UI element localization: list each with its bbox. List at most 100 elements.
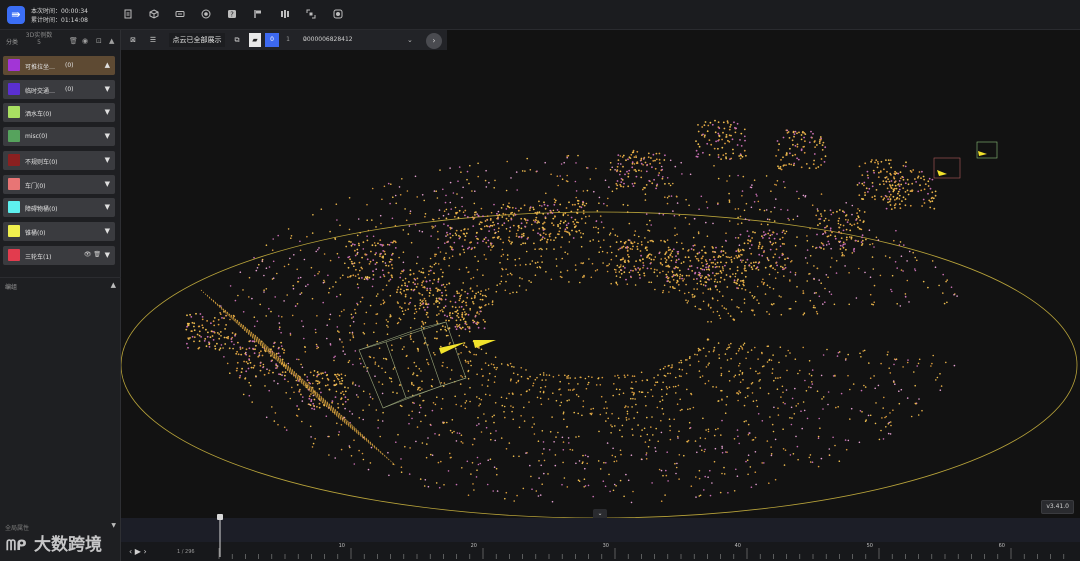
flag-icon[interactable]	[253, 9, 263, 19]
chevron-down-icon[interactable]: ▼	[105, 156, 110, 164]
fit-icon[interactable]	[306, 9, 316, 19]
left-panel: 分类 3D实例数 5 🗑 ◉ ⊡ ▲ 可推拉坐… (0) ▲ 临时交通… (0) ▼ 洒水车…	[0, 30, 121, 561]
keyboard-icon[interactable]	[175, 9, 185, 19]
ruler-tick-label: 20	[471, 543, 477, 549]
instance-count-label: 3D实例数	[25, 32, 53, 39]
annotation-app: ⇛ 本次时间：00:00:34 累计时间：01:14:08 ? 分类 3D实例数…	[0, 0, 1080, 561]
frame-id-select[interactable]: 0000006828412	[303, 33, 353, 47]
category-item[interactable]: 障碍物桶(0) ▼	[3, 198, 115, 218]
collapse-up-icon[interactable]: ▲	[109, 37, 114, 45]
bounding-box-far-1	[933, 157, 961, 179]
category-label: misc(0)	[25, 133, 48, 141]
total-time: 累计时间：01:14:08	[31, 17, 88, 24]
watermark: ᗰᑭ 大数跨境	[6, 530, 102, 555]
chevron-down-icon[interactable]: ▼	[105, 180, 110, 188]
session-time: 本次时间：00:00:34	[31, 8, 88, 15]
chevron-down-icon[interactable]: ⌄	[593, 509, 607, 518]
category-color-swatch	[8, 224, 20, 237]
ruler-tick-label: 60	[999, 543, 1005, 549]
columns-icon[interactable]	[280, 9, 290, 19]
category-item[interactable]: 锥桶(0) ▼	[3, 221, 115, 241]
delete-icon[interactable]: 🗑	[69, 37, 78, 45]
watermark-text: 大数跨境	[34, 535, 102, 555]
lock-icon[interactable]: ⊡	[96, 37, 102, 45]
category-item[interactable]: 不规则车(0) ▼	[3, 150, 115, 170]
category-color-swatch	[8, 106, 20, 119]
timeline-track[interactable]	[121, 518, 1080, 542]
cube-icon[interactable]	[149, 9, 159, 19]
view-toolbar: ⊠ ☰ 点云已全部展示 ⧉ ▰ 0 1 2 3 0000006828412 ⌄ …	[121, 30, 447, 50]
category-item[interactable]: 洒水车(0) ▼	[3, 103, 115, 123]
top-bar: ⇛ 本次时间：00:00:34 累计时间：01:14:08 ?	[0, 0, 1080, 30]
category-count: (0)	[65, 85, 74, 93]
category-color-swatch	[8, 177, 20, 190]
category-label: 三轮车(1)	[25, 253, 52, 261]
timeline-ruler[interactable]: 10 20 30 40 50 60	[217, 542, 1077, 561]
doc-icon[interactable]	[123, 9, 133, 19]
image-icon[interactable]: ▰	[249, 33, 261, 47]
select-icon[interactable]: ⊠	[127, 33, 139, 47]
category-item[interactable]: 车门(0) ▼	[3, 174, 115, 194]
chevron-down-icon[interactable]: ▼	[105, 227, 110, 235]
category-label: 障碍物桶(0)	[25, 206, 58, 214]
page-0[interactable]: 0	[265, 33, 279, 47]
chevron-down-icon[interactable]: ▼	[105, 85, 110, 93]
category-label: 车门(0)	[25, 182, 46, 190]
help-icon[interactable]: ?	[227, 9, 237, 19]
svg-text:?: ?	[230, 11, 234, 19]
ruler-tick-label: 30	[603, 543, 609, 549]
chevron-down-icon[interactable]: ▼	[105, 251, 110, 259]
app-logo-icon[interactable]: ⇛	[7, 6, 25, 24]
category-item[interactable]: misc(0) ▼	[3, 127, 115, 147]
chevron-down-icon[interactable]: ▼	[105, 203, 110, 211]
category-actions-icon[interactable]: 👁 🗑	[84, 251, 101, 258]
chevron-down-icon[interactable]: ▼	[105, 132, 110, 140]
chevron-up-icon[interactable]: ▲	[105, 61, 110, 69]
prev-frame-icon[interactable]: ‹	[129, 547, 132, 556]
eye-icon[interactable]: ◉	[82, 37, 88, 45]
group-header[interactable]: 编组 ▲	[0, 277, 121, 291]
chevron-down-icon[interactable]: ▼	[111, 522, 116, 529]
page-1[interactable]: 1	[281, 33, 295, 47]
heading-arrow-2	[473, 340, 496, 348]
playhead-handle[interactable]	[217, 514, 223, 557]
category-item[interactable]: 可推拉坐… (0) ▲	[3, 56, 115, 75]
chevron-down-icon[interactable]: ⌄	[407, 33, 413, 47]
ruler-tick-label: 50	[867, 543, 873, 549]
target-icon[interactable]	[201, 9, 211, 19]
chevron-up-icon[interactable]: ▲	[111, 281, 116, 289]
category-label: 临时交通…	[25, 87, 56, 95]
play-icon[interactable]: ▶	[135, 547, 141, 556]
heading-arrow	[439, 342, 466, 354]
category-color-swatch	[8, 201, 20, 214]
point-cloud-viewport[interactable]: ⊠ ☰ 点云已全部展示 ⧉ ▰ 0 1 2 3 0000006828412 ⌄ …	[121, 30, 1080, 518]
timeline[interactable]: ‹ ▶ › 1 / 296 10 20 30 40 50 60	[121, 514, 1080, 561]
copy-icon[interactable]: ⧉	[231, 33, 243, 47]
settings-icon[interactable]	[333, 9, 343, 19]
category-color-swatch	[8, 59, 20, 71]
range-ring	[121, 211, 1078, 518]
category-item[interactable]: 三轮车(1) 👁 🗑 ▼	[3, 245, 115, 265]
ruler-tick-label: 10	[339, 543, 345, 549]
category-color-swatch	[8, 153, 20, 166]
chevron-down-icon[interactable]: ▼	[105, 108, 110, 116]
next-frame-button[interactable]: ›	[426, 33, 442, 49]
next-frame-icon[interactable]: ›	[143, 547, 146, 556]
show-all-points-button[interactable]: 点云已全部展示	[169, 33, 225, 47]
category-color-swatch	[8, 248, 20, 261]
category-label: 洒水车(0)	[25, 111, 52, 119]
instance-count-value: 5	[37, 39, 41, 46]
point-cloud-canvas[interactable]	[121, 30, 1080, 518]
category-label: 锥桶(0)	[25, 229, 46, 237]
category-label: 不规则车(0)	[25, 158, 58, 166]
ruler-tick-label: 40	[735, 543, 741, 549]
category-color-swatch	[8, 130, 20, 143]
category-title: 分类	[6, 39, 19, 46]
version-badge: v3.41.0	[1041, 500, 1074, 514]
list-icon[interactable]: ☰	[147, 33, 159, 47]
category-color-swatch	[8, 82, 20, 95]
category-label: 可推拉坐…	[25, 64, 56, 71]
lidar-points	[185, 119, 958, 504]
playback-controls: ‹ ▶ ›	[129, 547, 147, 556]
category-item[interactable]: 临时交通… (0) ▼	[3, 79, 115, 99]
